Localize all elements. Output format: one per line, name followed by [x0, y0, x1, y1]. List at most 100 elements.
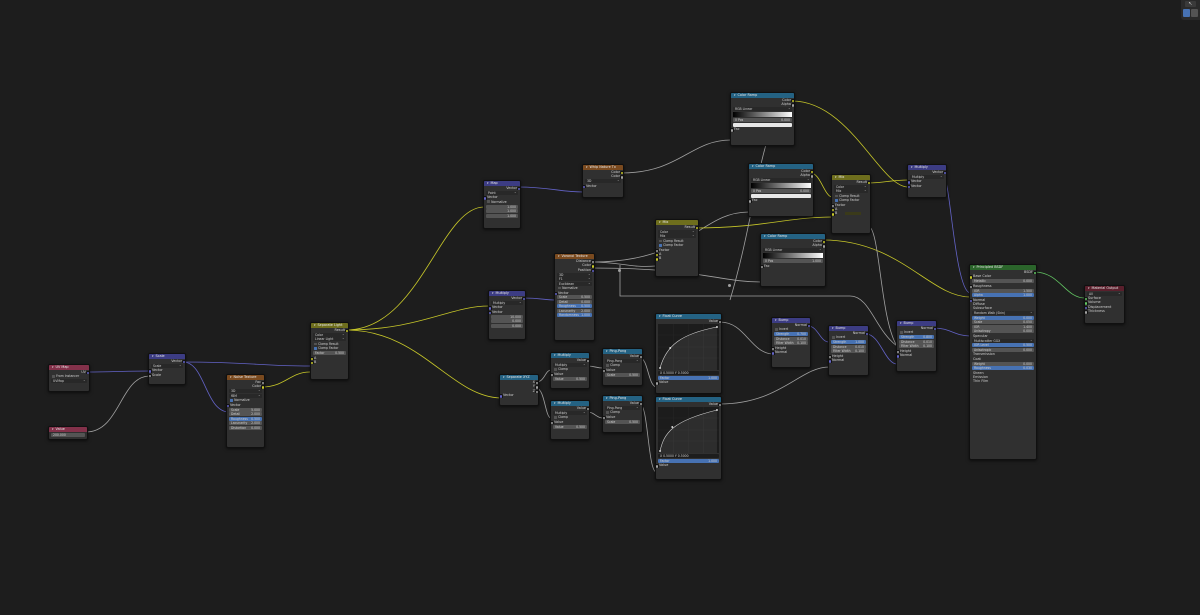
node-voronoi-texture[interactable]: ▾ Voronoi Texture Distance Color Position… [554, 253, 595, 341]
factor-field[interactable]: Factor 1.000 [658, 375, 719, 380]
socket-dot-icon[interactable] [590, 268, 594, 273]
ramp-color-swatch[interactable] [733, 122, 792, 127]
socket-normal-out[interactable]: Normal [772, 323, 810, 328]
filter-width-field[interactable]: Filter Width 0.100 [774, 341, 808, 346]
socket-vector-in[interactable]: Vector [484, 195, 520, 200]
socket-dot-icon[interactable] [942, 171, 946, 175]
node-vector-multiply[interactable]: ▾Multiply Vector Multiply Vector Vector … [488, 290, 526, 340]
socket-value-in[interactable]: Value [656, 380, 721, 385]
color-ramp-gradient[interactable] [751, 183, 811, 189]
socket-dot-icon[interactable] [521, 297, 525, 301]
metric-select[interactable]: Euclidean [557, 281, 592, 286]
scale-field[interactable]: Scale 0.500 [605, 372, 640, 377]
coat-weight-field[interactable]: Weight 0.000 [972, 361, 1034, 366]
node-header[interactable]: ▾ Material Output [1085, 286, 1124, 291]
socket-dot-icon[interactable] [181, 360, 185, 364]
socket-dot-icon[interactable] [694, 226, 698, 230]
socket-vector-out[interactable]: Vector [149, 359, 185, 364]
filter-width-field[interactable]: Filter Width 0.100 [831, 349, 866, 354]
socket-result-out[interactable]: Result [311, 328, 348, 333]
value-z-field[interactable]: 0.000 [491, 323, 523, 328]
socket-vector-in[interactable]: Vector [555, 291, 594, 295]
panel-subsurface[interactable]: Subsurface [970, 306, 1036, 310]
invert-checkbox[interactable]: Invert [897, 330, 936, 334]
socket-dot-icon[interactable] [500, 394, 504, 398]
node-bump-3[interactable]: ▾ Bump Normal Invert Strength 0.800 Distan… [896, 320, 937, 372]
value-y-field[interactable]: 1.000 [486, 209, 518, 214]
strength-field[interactable]: Strength 1.000 [831, 340, 866, 345]
socket-value-out[interactable]: Value [603, 354, 642, 359]
blend-mode-select[interactable]: Mix [658, 234, 696, 239]
socket-dot-icon[interactable] [749, 199, 753, 203]
factor-field[interactable]: Factor 1.000 [658, 458, 719, 463]
socket-vector-out[interactable]: Vector [908, 170, 946, 175]
distance-field[interactable]: Distance 0.010 [774, 336, 808, 341]
socket-dot-icon[interactable] [970, 275, 974, 279]
panel-thin-film[interactable]: Thin Film [970, 379, 1036, 383]
type-select[interactable]: fBM [229, 393, 262, 398]
socket-result-out[interactable]: Result [656, 225, 698, 230]
value-x-field[interactable]: 1.000 [486, 204, 518, 209]
socket-value-in[interactable]: Value [551, 420, 589, 425]
socket-value-out[interactable]: Value [656, 319, 721, 324]
socket-value-out[interactable]: Value [551, 358, 589, 363]
socket-alpha-out[interactable]: Alpha [761, 243, 825, 248]
socket-dot-icon[interactable] [864, 332, 868, 336]
value-x-field[interactable]: 10.000 [491, 314, 523, 319]
scale-field[interactable]: Scale 0.500 [557, 295, 592, 300]
socket-dot-icon[interactable] [260, 385, 264, 389]
curve-editor[interactable] [658, 324, 719, 371]
socket-result-out[interactable]: Result [832, 180, 870, 185]
distance-field[interactable]: Distance 0.010 [899, 339, 934, 344]
ior-field[interactable]: IOR 1.500 [972, 288, 1034, 293]
node-ping-pong-1[interactable]: ▾Ping-Pong Value Ping-Pong Clamp Value S… [602, 348, 643, 386]
ramp-position-field[interactable]: 0 Pos 0.000 [751, 189, 811, 194]
operation-select[interactable]: Multiply [910, 174, 944, 179]
distance-field[interactable]: Distance 0.010 [831, 344, 866, 349]
socket-vector2-in[interactable]: Vector [489, 310, 525, 315]
socket-dot-icon[interactable] [790, 103, 794, 107]
socket-vector2-in[interactable]: Vector [908, 184, 946, 189]
value-y-field[interactable]: 0.000 [491, 319, 523, 324]
socket-dot-icon[interactable] [516, 187, 520, 191]
node-mix-2[interactable]: ▾Mix Result Color Mix Clamp Result Clamp… [831, 174, 871, 234]
socket-dot-icon[interactable] [809, 174, 813, 178]
panel-specular[interactable]: Specular [970, 334, 1036, 338]
socket-normal-out[interactable]: Normal [829, 331, 868, 336]
panel-coat[interactable]: Coat [970, 357, 1036, 361]
ramp-position-field[interactable]: 0 Pos 1.000 [763, 259, 823, 264]
socket-alpha-out[interactable]: Alpha [731, 102, 794, 107]
socket-vector-in[interactable]: Vector [227, 403, 264, 408]
node-math-multiply-1[interactable]: ▾Multiply Value Multiply Clamp Value Val… [550, 352, 590, 389]
lacunarity-field[interactable]: Lacunarity 2.000 [229, 421, 262, 426]
node-uv-map[interactable]: ▾ UV Map UV From Instancer UVMap [48, 364, 90, 392]
node-bump-2[interactable]: ▾ Bump Normal Invert Strength 1.000 Distan… [828, 325, 869, 376]
node-math-multiply-2[interactable]: ▾Multiply Value Multiply Clamp Value Val… [550, 400, 590, 440]
reroute-dot[interactable] [728, 284, 731, 287]
socket-dot-icon[interactable] [897, 354, 901, 358]
strength-field[interactable]: Strength 0.700 [774, 332, 808, 337]
node-scale[interactable]: ▾Scale Vector Scale Vector Scale [148, 353, 186, 385]
invert-checkbox[interactable]: Invert [829, 335, 868, 339]
color-ramp-gradient[interactable] [763, 253, 823, 259]
dimensions-select[interactable]: 3D [557, 272, 592, 277]
socket-normal-in[interactable]: Normal [829, 358, 868, 363]
detail-field[interactable]: Detail 0.000 [557, 299, 592, 304]
blend-mode-select[interactable]: Mix [834, 189, 868, 194]
subsurface-scale-field[interactable]: Scale 0.050 [972, 320, 1034, 325]
operation-select[interactable]: Ping-Pong [605, 405, 640, 410]
lacunarity-field[interactable]: Lacunarity 2.000 [557, 308, 592, 313]
socket-dot-icon[interactable] [821, 244, 825, 248]
dimensions-select[interactable]: 3D [585, 179, 621, 184]
factor-field[interactable]: Factor 0.500 [313, 351, 346, 356]
invert-checkbox[interactable]: Invert [772, 327, 810, 331]
node-material-output[interactable]: ▾Material Output All Surface Volume Disp… [1084, 285, 1125, 324]
curve-point-readout[interactable]: X 0.5000 Y 0.5000 [658, 371, 719, 376]
node-value[interactable]: ▾ Value 200.000 [48, 426, 88, 440]
sidebar-toggle-icon[interactable] [1183, 9, 1190, 17]
socket-b-in[interactable]: B [311, 360, 348, 365]
socket-dot-icon[interactable] [717, 320, 721, 324]
socket-value-in[interactable]: Value [656, 463, 721, 468]
clamp-factor-checkbox[interactable]: Clamp Factor [311, 346, 348, 350]
socket-dot-icon[interactable] [932, 327, 936, 331]
